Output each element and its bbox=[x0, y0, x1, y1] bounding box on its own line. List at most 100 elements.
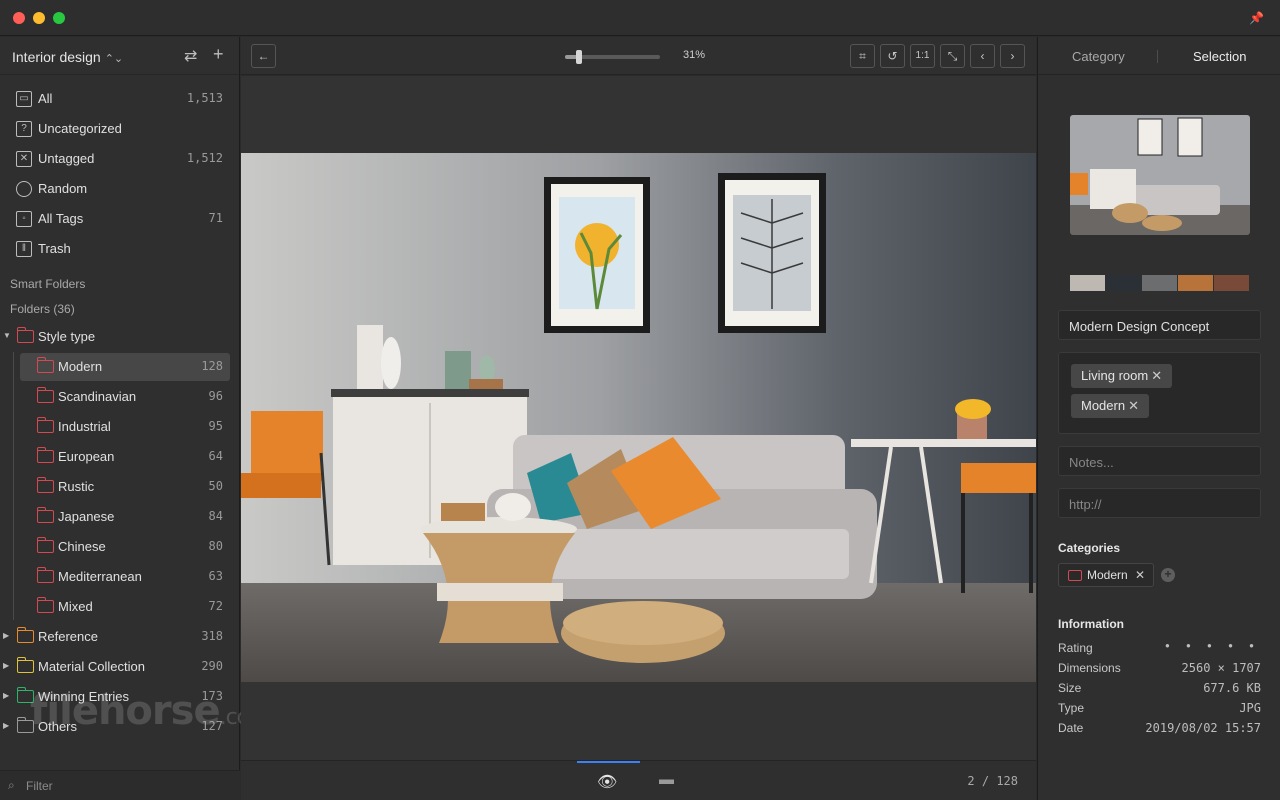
folder-rustic[interactable]: Rustic 50 bbox=[0, 473, 240, 501]
folder-icon bbox=[16, 627, 34, 643]
tab-divider bbox=[1157, 50, 1158, 63]
library-title: Interior design bbox=[12, 49, 101, 65]
tab-category[interactable]: Category bbox=[1072, 49, 1125, 64]
nav-uncategorized[interactable]: ? Uncategorized bbox=[10, 115, 230, 143]
folder-label: Scandinavian bbox=[58, 389, 137, 404]
tag-label: Modern bbox=[1081, 398, 1126, 413]
collapsed-arrow-icon[interactable]: ▶ bbox=[3, 631, 9, 640]
nav-all[interactable]: ▭ All 1,513 bbox=[10, 85, 230, 113]
tags-field[interactable]: Living room ✕ Modern ✕ bbox=[1058, 352, 1261, 434]
name-field[interactable]: Modern Design Concept bbox=[1058, 310, 1261, 340]
folder-european[interactable]: European 64 bbox=[0, 443, 240, 471]
folder-icon bbox=[36, 567, 54, 583]
tag-chip[interactable]: Living room ✕ bbox=[1071, 364, 1173, 388]
question-icon: ? bbox=[16, 121, 32, 137]
back-button[interactable]: ← bbox=[251, 44, 276, 68]
folder-label: Chinese bbox=[58, 539, 106, 554]
crop-button[interactable]: ⌗ bbox=[850, 44, 875, 68]
color-swatch[interactable] bbox=[1178, 275, 1213, 291]
info-value: JPG bbox=[1239, 701, 1261, 715]
tab-selection[interactable]: Selection bbox=[1193, 49, 1246, 64]
rotate-button[interactable]: ↺ bbox=[880, 44, 905, 68]
nav-all-tags[interactable]: ◦ All Tags 71 bbox=[10, 205, 230, 233]
folder-industrial[interactable]: Industrial 95 bbox=[0, 413, 240, 441]
chevron-updown-icon: ⌃⌄ bbox=[104, 53, 124, 65]
folder-label: Style type bbox=[38, 329, 96, 344]
zoom-slider[interactable] bbox=[565, 50, 660, 64]
maximize-window-button[interactable] bbox=[53, 12, 65, 24]
folder-count: 64 bbox=[208, 449, 223, 463]
nav-untagged[interactable]: ✕ Untagged 1,512 bbox=[10, 145, 230, 173]
folder-mediterranean[interactable]: Mediterranean 63 bbox=[0, 563, 240, 591]
fit-screen-button[interactable]: ⤡ bbox=[940, 44, 965, 68]
category-chip[interactable]: Modern ✕ bbox=[1058, 563, 1154, 587]
folder-scandinavian[interactable]: Scandinavian 96 bbox=[0, 383, 240, 411]
nav-label: All bbox=[38, 91, 53, 106]
nav-label: Uncategorized bbox=[38, 121, 122, 136]
url-field[interactable]: http:// bbox=[1058, 488, 1261, 518]
folder-icon bbox=[36, 477, 54, 493]
folder-icon bbox=[36, 597, 54, 613]
folder-modern[interactable]: Modern 128 bbox=[0, 353, 240, 381]
folder-chinese[interactable]: Chinese 80 bbox=[0, 533, 240, 561]
image-viewer[interactable] bbox=[241, 76, 1036, 760]
color-swatch[interactable] bbox=[1070, 275, 1105, 291]
filter-input[interactable] bbox=[26, 776, 226, 796]
color-swatch[interactable] bbox=[1214, 275, 1249, 291]
previous-button[interactable]: ‹ bbox=[970, 44, 995, 68]
viewer-bottom-bar: 👁 ▬ 2 / 128 bbox=[241, 760, 1036, 800]
close-window-button[interactable] bbox=[13, 12, 25, 24]
rating-stars[interactable]: ● ● ● ● ● bbox=[1165, 641, 1261, 650]
zoom-slider-thumb[interactable] bbox=[576, 50, 583, 64]
collapsed-arrow-icon[interactable]: ▶ bbox=[3, 661, 9, 670]
info-row-dimensions: Dimensions 2560 × 1707 bbox=[1058, 661, 1261, 679]
folder-material-collection[interactable]: ▶ Material Collection 290 bbox=[0, 653, 240, 681]
smart-folders-heading[interactable]: Smart Folders bbox=[10, 277, 85, 291]
preview-image bbox=[241, 153, 1036, 682]
folder-icon bbox=[36, 387, 54, 403]
inspector-panel: Category Selection Modern Design Concept… bbox=[1037, 37, 1280, 800]
selection-thumbnail[interactable] bbox=[1070, 115, 1250, 235]
folder-icon bbox=[36, 537, 54, 553]
folder-style-type[interactable]: ▼ Style type bbox=[0, 323, 240, 351]
folder-reference[interactable]: ▶ Reference 318 bbox=[0, 623, 240, 651]
nav-count: 71 bbox=[208, 211, 223, 225]
notes-field[interactable]: Notes... bbox=[1058, 446, 1261, 476]
folder-count: 50 bbox=[208, 479, 223, 493]
add-icon[interactable]: + bbox=[213, 44, 224, 65]
archive-icon: ▭ bbox=[16, 91, 32, 107]
expanded-arrow-icon[interactable]: ▼ bbox=[3, 331, 11, 340]
folder-icon bbox=[36, 357, 54, 373]
info-row-date: Date 2019/08/02 15:57 bbox=[1058, 721, 1261, 739]
remove-tag-icon[interactable]: ✕ bbox=[1151, 368, 1162, 383]
folder-icon bbox=[36, 447, 54, 463]
pin-icon[interactable]: 📌 bbox=[1249, 11, 1264, 25]
tag-chip[interactable]: Modern ✕ bbox=[1071, 394, 1149, 418]
minimize-window-button[interactable] bbox=[33, 12, 45, 24]
remove-tag-icon[interactable]: ✕ bbox=[1128, 398, 1139, 413]
folder-japanese[interactable]: Japanese 84 bbox=[0, 503, 240, 531]
info-key: Size bbox=[1058, 681, 1082, 695]
collapsed-arrow-icon[interactable]: ▶ bbox=[3, 721, 9, 730]
nav-random[interactable]: Random bbox=[10, 175, 230, 203]
folders-heading[interactable]: Folders (36) bbox=[10, 302, 75, 316]
folder-label: Mediterranean bbox=[58, 569, 142, 584]
lightbulb-icon bbox=[16, 181, 32, 197]
library-switcher[interactable]: Interior design ⌃⌄ bbox=[12, 49, 123, 65]
comment-icon[interactable]: ▬ bbox=[659, 771, 674, 788]
color-swatch[interactable] bbox=[1106, 275, 1141, 291]
remove-category-icon[interactable]: ✕ bbox=[1135, 568, 1145, 582]
folder-count: 128 bbox=[201, 359, 223, 373]
color-swatch[interactable] bbox=[1142, 275, 1177, 291]
actual-size-button[interactable]: 1:1 bbox=[910, 44, 935, 68]
add-category-icon[interactable]: + bbox=[1161, 568, 1175, 582]
folder-mixed[interactable]: Mixed 72 bbox=[0, 593, 240, 621]
swap-icon[interactable]: ⇄ bbox=[184, 46, 197, 66]
collapsed-arrow-icon[interactable]: ▶ bbox=[3, 691, 9, 700]
nav-trash[interactable]: ‖ Trash bbox=[10, 235, 230, 263]
folder-icon bbox=[1068, 570, 1082, 581]
info-key: Dimensions bbox=[1058, 661, 1121, 675]
inspector-tabs: Category Selection bbox=[1038, 37, 1280, 75]
eye-icon[interactable]: 👁 bbox=[597, 772, 617, 792]
next-button[interactable]: › bbox=[1000, 44, 1025, 68]
